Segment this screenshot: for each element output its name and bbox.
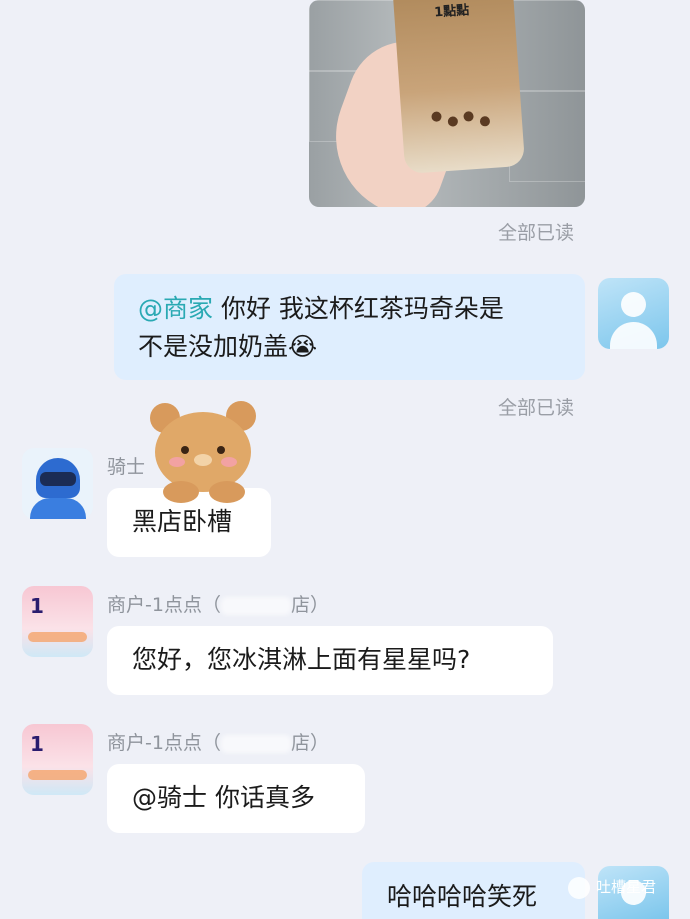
mention-merchant[interactable]: @商家 [138, 294, 213, 323]
message-text: 哈哈哈哈笑死 [387, 882, 538, 911]
wall-tile [509, 0, 585, 92]
watermark: 吐槽星君 [568, 876, 656, 899]
read-status: 全部已读 [498, 397, 575, 419]
pearl [479, 115, 491, 127]
message-text: 您好，您冰淇淋上面有星星吗? [132, 645, 471, 674]
avatar-head [621, 292, 646, 317]
message-text-line2: 不是没加奶盖😭 [138, 332, 318, 361]
redacted-store-name [220, 734, 291, 753]
message-bubble-merchant[interactable]: @骑士 你话真多 [107, 764, 365, 833]
rider-body [30, 498, 86, 519]
sender-name-merchant: 商户-1点点（ 店） [107, 594, 329, 616]
merchant-logo: 1 [30, 594, 44, 618]
pearl [431, 111, 442, 122]
message-bubble-user[interactable]: 哈哈哈哈笑死 [362, 862, 585, 919]
cup-brand: 1點點 [433, 3, 470, 21]
bear-sticker [150, 401, 256, 503]
merchant-avatar[interactable]: 1 [22, 586, 93, 657]
read-status: 全部已读 [498, 222, 575, 244]
wechat-icon [568, 876, 590, 899]
message-bubble-merchant[interactable]: 您好，您冰淇淋上面有星星吗? [107, 626, 553, 695]
drink-cup: 1點點 [392, 0, 526, 174]
message-bubble-user[interactable]: @商家 你好 我这杯红茶玛奇朵是 不是没加奶盖😭 [114, 274, 585, 380]
user-avatar[interactable] [598, 278, 669, 349]
visor [40, 472, 76, 486]
merchant-logo-decor [28, 632, 87, 642]
crying-emoji: 😭 [288, 332, 318, 361]
message-text: 黑店卧槽 [132, 507, 233, 536]
merchant-logo-decor [28, 770, 87, 780]
pearl [447, 116, 459, 127]
sender-name-merchant: 商户-1点点（ 店） [107, 732, 329, 754]
message-text: @商家 你好 我这杯红茶玛奇朵是 [138, 294, 504, 323]
message-text: @骑士 你话真多 [132, 783, 315, 812]
avatar-body [610, 322, 657, 349]
drink-photo[interactable]: 1點點 [309, 0, 585, 207]
merchant-avatar[interactable]: 1 [22, 724, 93, 795]
rider-avatar[interactable] [22, 448, 93, 519]
sender-name-rider: 骑士 [107, 456, 146, 478]
merchant-logo: 1 [30, 732, 44, 756]
redacted-store-name [220, 596, 291, 615]
pearl [463, 111, 474, 122]
